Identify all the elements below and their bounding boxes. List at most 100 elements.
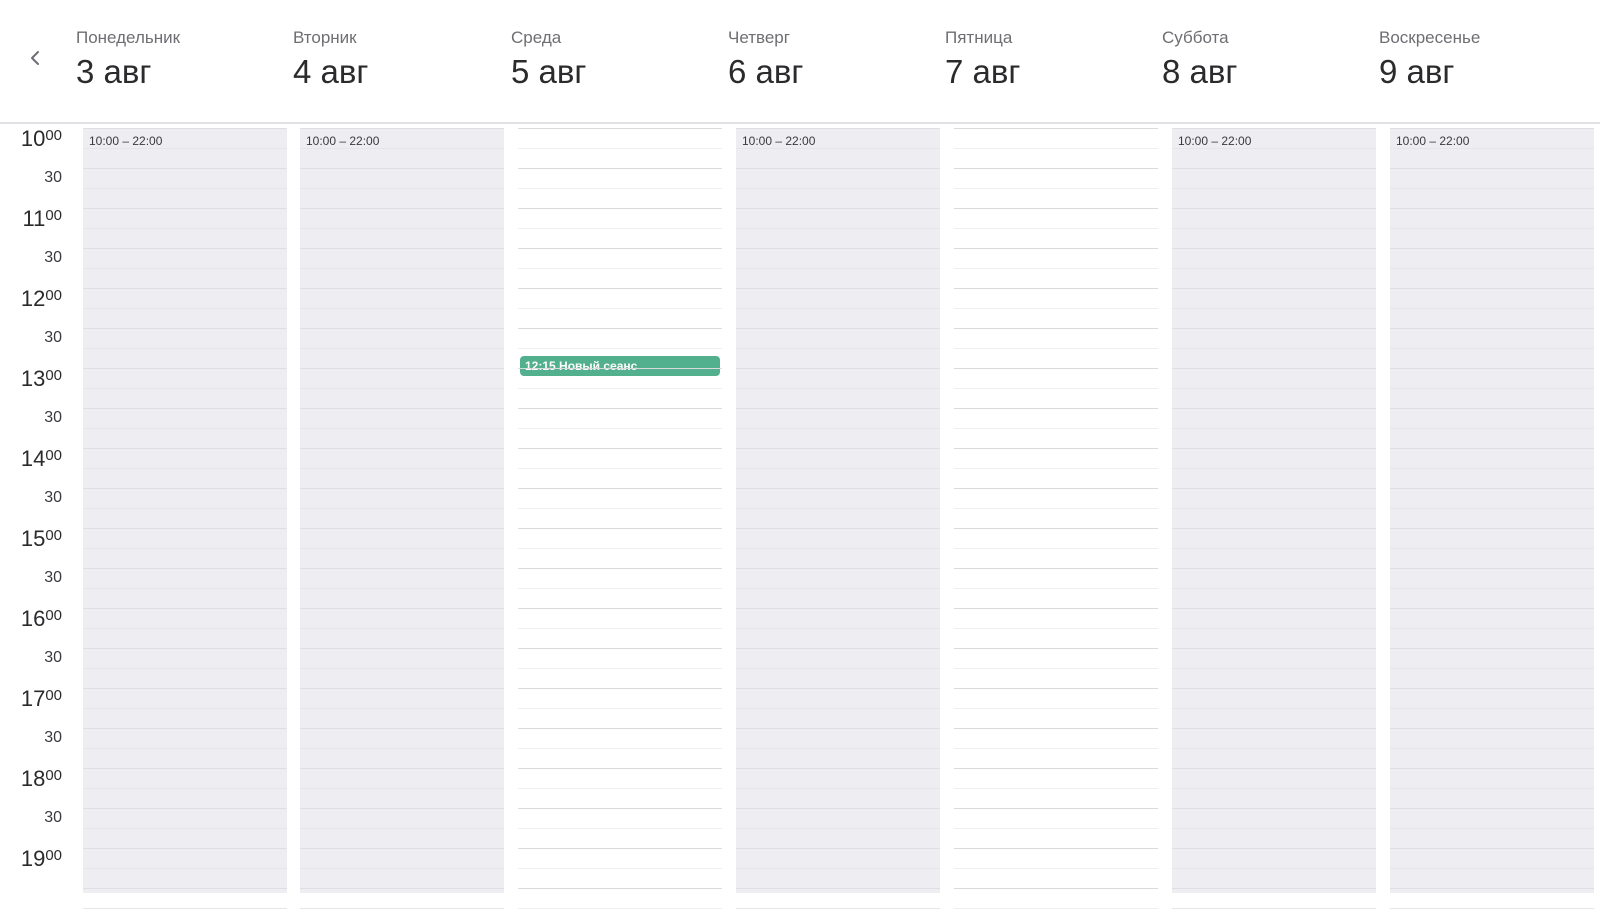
- day-header-sunday[interactable]: Воскресенье 9 авг: [1379, 28, 1579, 92]
- half-hour-label: 30: [44, 409, 62, 426]
- prev-week-button[interactable]: [22, 44, 50, 72]
- slot-line: [83, 148, 287, 149]
- slot-line: [1390, 808, 1594, 809]
- slot-line: [300, 768, 504, 769]
- day-header-wednesday[interactable]: Среда 5 авг: [511, 28, 711, 92]
- slot-line: [736, 588, 940, 589]
- slot-line: [300, 688, 504, 689]
- slot-line: [736, 248, 940, 249]
- hour-label: 1200: [0, 286, 62, 312]
- slot-line: [736, 628, 940, 629]
- day-column-thursday[interactable]: 10:00 – 22:00: [736, 128, 940, 909]
- hour-label: 1100: [0, 206, 62, 232]
- slot-line: [954, 328, 1158, 329]
- slot-line: [954, 608, 1158, 609]
- slot-line: [83, 308, 287, 309]
- slot-line: [1390, 328, 1594, 329]
- slot-line: [1172, 468, 1376, 469]
- slot-line: [300, 388, 504, 389]
- slot-line: [83, 828, 287, 829]
- slot-line: [518, 668, 722, 669]
- slot-line: [300, 168, 504, 169]
- day-column-friday[interactable]: [954, 128, 1158, 909]
- slot-line: [300, 208, 504, 209]
- slot-line: [300, 328, 504, 329]
- slot-line: [1390, 888, 1594, 889]
- slot-line: [736, 128, 940, 129]
- slot-line: [954, 368, 1158, 369]
- slot-line: [736, 668, 940, 669]
- slot-line: [1172, 388, 1376, 389]
- slot-line: [1172, 608, 1376, 609]
- slot-line: [518, 728, 722, 729]
- slot-line: [300, 628, 504, 629]
- event-new-session[interactable]: 12:15 Новый сеанс: [520, 356, 720, 376]
- slot-line: [518, 388, 722, 389]
- day-header-monday[interactable]: Понедельник 3 авг: [76, 28, 276, 92]
- day-column-wednesday[interactable]: 12:15 Новый сеанс: [518, 128, 722, 909]
- slot-line: [1390, 308, 1594, 309]
- slot-line: [83, 728, 287, 729]
- slot-line: [1172, 428, 1376, 429]
- day-header-friday[interactable]: Пятница 7 авг: [945, 28, 1145, 92]
- slot-line: [300, 828, 504, 829]
- slot-line: [1172, 208, 1376, 209]
- slot-line: [954, 488, 1158, 489]
- slot-line: [83, 628, 287, 629]
- slot-line: [1390, 828, 1594, 829]
- slot-line: [1390, 368, 1594, 369]
- slot-line: [1390, 788, 1594, 789]
- slot-line: [1390, 348, 1594, 349]
- hour-label: 1900: [0, 846, 62, 872]
- slot-line: [1390, 408, 1594, 409]
- slot-line: [1390, 488, 1594, 489]
- slot-line: [1172, 288, 1376, 289]
- hour-number: 19: [20, 846, 46, 871]
- slot-line: [83, 608, 287, 609]
- hour-number: 14: [20, 446, 46, 471]
- slot-line: [1172, 828, 1376, 829]
- day-name: Среда: [511, 28, 562, 47]
- slot-line: [1390, 728, 1594, 729]
- day-column-monday[interactable]: 10:00 – 22:00: [83, 128, 287, 909]
- slot-line: [518, 888, 722, 889]
- day-header-thursday[interactable]: Четверг 6 авг: [728, 28, 928, 92]
- slot-line: [736, 148, 940, 149]
- slot-line: [736, 608, 940, 609]
- day-column-saturday[interactable]: 10:00 – 22:00: [1172, 128, 1376, 909]
- day-header-tuesday[interactable]: Вторник 4 авг: [293, 28, 493, 92]
- slot-line: [1390, 428, 1594, 429]
- slot-line: [83, 408, 287, 409]
- slot-line: [954, 408, 1158, 409]
- slot-line: [736, 328, 940, 329]
- slot-line: [1390, 848, 1594, 849]
- half-hour-label: 30: [44, 809, 62, 826]
- slot-line: [954, 148, 1158, 149]
- slot-line: [1172, 588, 1376, 589]
- slot-line: [736, 568, 940, 569]
- slot-line: [1172, 268, 1376, 269]
- slot-line: [1172, 568, 1376, 569]
- day-column-sunday[interactable]: 10:00 – 22:00: [1390, 128, 1594, 909]
- day-header-saturday[interactable]: Суббота 8 авг: [1162, 28, 1362, 92]
- slot-line: [954, 808, 1158, 809]
- slot-line: [518, 288, 722, 289]
- slot-line: [1390, 768, 1594, 769]
- chevron-left-icon: [31, 51, 39, 65]
- slot-line: [954, 788, 1158, 789]
- day-column-tuesday[interactable]: 10:00 – 22:00: [300, 128, 504, 909]
- slot-line: [518, 528, 722, 529]
- slot-line: [736, 548, 940, 549]
- hour-minutes: 00: [45, 527, 62, 544]
- slot-line: [518, 488, 722, 489]
- slot-line: [736, 648, 940, 649]
- slot-line: [1390, 568, 1594, 569]
- slot-line: [1172, 488, 1376, 489]
- half-hour-label: 30: [44, 729, 62, 746]
- slot-line: [954, 248, 1158, 249]
- slot-line: [300, 448, 504, 449]
- slot-line: [1172, 508, 1376, 509]
- slot-line: [83, 388, 287, 389]
- working-hours-label: 10:00 – 22:00: [1396, 134, 1470, 148]
- slot-line: [736, 528, 940, 529]
